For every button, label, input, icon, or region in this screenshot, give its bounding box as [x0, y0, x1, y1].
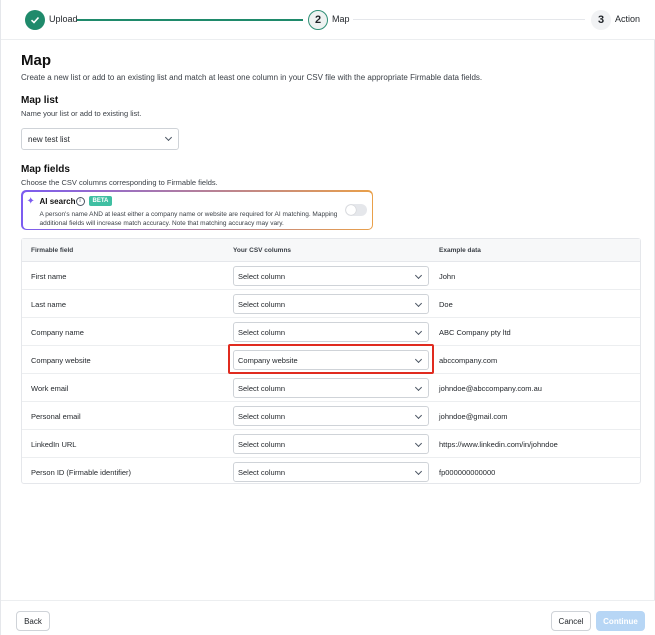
csv-column-value: Select column: [238, 328, 286, 337]
chevron-down-icon: [414, 355, 423, 364]
example-data: johndoe@abccompany.com.au: [439, 384, 542, 393]
step-upload-label: Upload: [49, 14, 78, 24]
step-action-number: 3: [591, 10, 611, 30]
chevron-down-icon: [414, 383, 423, 392]
step-map-number: 2: [308, 10, 328, 30]
firmable-field-label: Person ID (Firmable identifier): [31, 468, 132, 477]
csv-column-select[interactable]: Company website: [233, 350, 429, 370]
table-row: Company name Select column ABC Company pty…: [22, 318, 640, 346]
firmable-field-label: Work email: [31, 384, 69, 393]
header-example-data: Example data: [439, 247, 481, 254]
page-title: Map: [21, 52, 51, 69]
map-fields-section: Map fields Choose the CSV columns corres…: [21, 164, 641, 187]
firmable-field-label: First name: [31, 272, 67, 281]
table-row: Company website Company website abccompany…: [22, 346, 640, 374]
csv-column-select[interactable]: Select column: [233, 434, 429, 454]
table-row: Last name Select column Doe: [22, 290, 640, 318]
page-description: Create a new list or add to an existing …: [21, 73, 483, 82]
csv-column-select[interactable]: Select column: [233, 322, 429, 342]
csv-column-select[interactable]: Select column: [233, 406, 429, 426]
header-csv-columns: Your CSV columns: [233, 247, 292, 254]
csv-column-select[interactable]: Select column: [233, 294, 429, 314]
csv-column-select[interactable]: Select column: [233, 462, 429, 482]
chevron-down-icon: [414, 299, 423, 308]
list-name-select[interactable]: new test list: [21, 128, 179, 150]
csv-column-value: Select column: [238, 468, 286, 477]
chevron-down-icon: [414, 411, 423, 420]
step-connector: [77, 19, 303, 21]
firmable-field-label: Company name: [31, 328, 84, 337]
table-row: Person ID (Firmable identifier) Select co…: [22, 458, 640, 486]
chevron-down-icon: [414, 327, 423, 336]
ai-search-panel: ✦ AI search i BETA A person's name AND a…: [21, 190, 373, 230]
firmable-field-label: Last name: [31, 300, 67, 309]
table-row: Personal email Select column johndoe@gmail…: [22, 402, 640, 430]
csv-column-select[interactable]: Select column: [233, 266, 429, 286]
example-data: John: [439, 272, 456, 281]
chevron-down-icon: [414, 271, 423, 280]
list-name-value: new test list: [28, 135, 70, 144]
example-data: https://www.linkedin.com/in/johndoe: [439, 440, 558, 449]
table-row: Work email Select column johndoe@abccompan…: [22, 374, 640, 402]
beta-badge: BETA: [88, 195, 113, 206]
stepper: Upload 2 Map 3 Action: [1, 0, 655, 40]
example-data: abccompany.com: [439, 356, 498, 365]
csv-column-value: Select column: [238, 440, 286, 449]
continue-button[interactable]: Continue: [596, 611, 645, 631]
map-list-title: Map list: [21, 95, 59, 106]
example-data: fp000000000000: [439, 468, 496, 477]
map-fields-description: Choose the CSV columns corresponding to …: [21, 178, 218, 187]
step-connector: [353, 19, 585, 20]
step-map-label: Map: [332, 14, 350, 24]
cancel-button[interactable]: Cancel: [551, 611, 591, 631]
info-icon[interactable]: i: [75, 196, 85, 206]
ai-search-title: AI search: [39, 196, 76, 206]
csv-column-value: Select column: [238, 384, 286, 393]
firmable-field-label: Company website: [31, 356, 91, 365]
chevron-down-icon: [414, 467, 423, 476]
map-list-section: Map list Name your list or add to existi…: [21, 95, 641, 118]
csv-column-select[interactable]: Select column: [233, 378, 429, 398]
chevron-down-icon: [414, 439, 423, 448]
csv-column-value: Select column: [238, 300, 286, 309]
sparkle-icon: ✦: [26, 195, 35, 207]
example-data: johndoe@gmail.com: [439, 412, 508, 421]
page-header: Map Create a new list or add to an exist…: [21, 52, 641, 82]
ai-search-description: A person's name AND at least either a co…: [39, 210, 338, 227]
firmable-field-label: Personal email: [31, 412, 81, 421]
back-button[interactable]: Back: [16, 611, 50, 631]
firmable-field-label: LinkedIn URL: [31, 440, 77, 449]
table-row: First name Select column John: [22, 262, 640, 290]
map-list-description: Name your list or add to existing list.: [21, 109, 142, 118]
header-firmable-field: Firmable field: [31, 247, 74, 254]
table-header: Firmable field Your CSV columns Example …: [22, 239, 640, 262]
chevron-down-icon: [164, 133, 173, 142]
example-data: Doe: [439, 300, 453, 309]
csv-column-value: Select column: [238, 272, 286, 281]
field-mapping-table: Firmable field Your CSV columns Example …: [21, 238, 641, 484]
csv-column-value: Company website: [238, 356, 298, 365]
import-wizard: Upload 2 Map 3 Action Map Create a new l…: [0, 0, 655, 635]
example-data: ABC Company pty ltd: [439, 328, 511, 337]
ai-search-toggle[interactable]: [344, 203, 367, 216]
csv-column-value: Select column: [238, 412, 286, 421]
table-row: LinkedIn URL Select column https://www.lin…: [22, 430, 640, 458]
footer: Back Cancel Continue: [1, 600, 655, 635]
step-upload-check-icon: [25, 10, 45, 30]
map-fields-title: Map fields: [21, 164, 70, 175]
step-action-label: Action: [615, 14, 641, 24]
